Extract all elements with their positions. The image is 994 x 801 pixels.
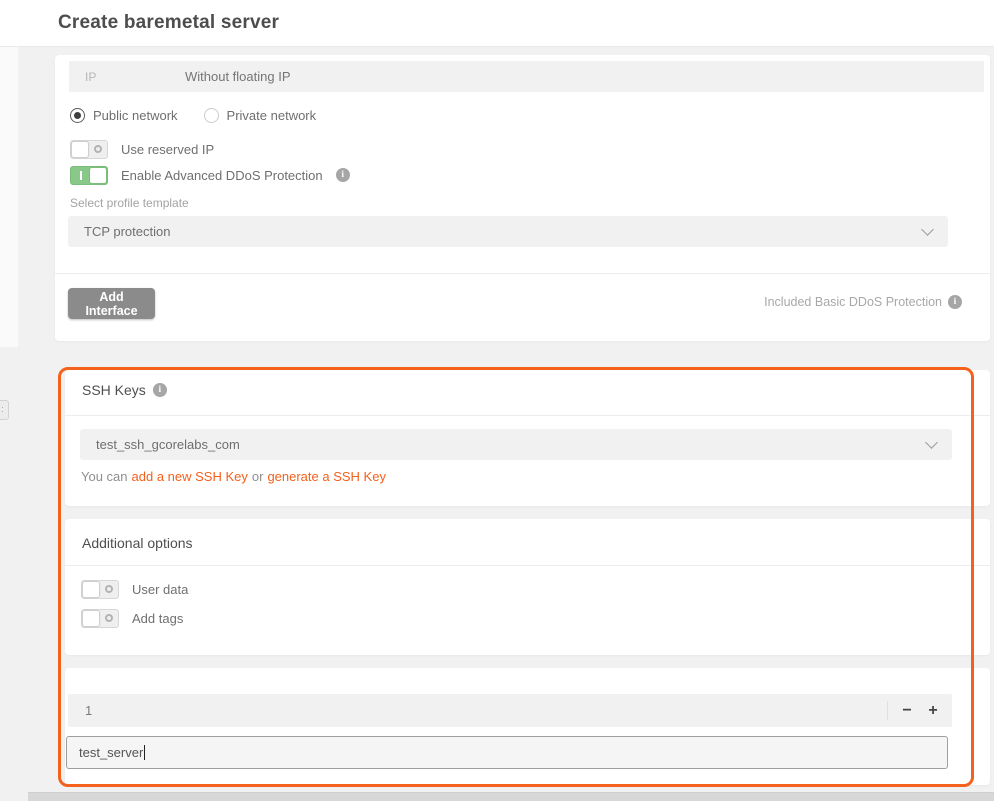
section-divider [55,273,990,274]
page-left-gutter [0,47,18,347]
section-divider [65,415,990,416]
ip-row-value: Without floating IP [185,69,291,84]
ddos-protection-toggle[interactable] [70,165,108,185]
ip-type-row[interactable]: IP Without floating IP [69,61,984,92]
ssh-key-select[interactable]: test_ssh_gcorelabs_com [80,429,952,460]
add-tags-row: Add tags [81,608,183,628]
user-data-row: User data [81,579,188,599]
add-interface-button[interactable]: Add Interface [68,288,155,319]
info-icon[interactable]: i [335,168,350,182]
ssh-keys-card: SSH Keys i test_ssh_gcorelabs_com You ca… [65,370,990,506]
chevron-down-icon [925,436,938,449]
create-baremetal-page: Create baremetal server IP Without float… [0,0,994,801]
toggle-knob [82,609,100,627]
ssh-hint-prefix: You can [81,469,128,484]
stepper-separator [887,701,888,720]
server-name-input[interactable]: test_server [66,736,948,769]
toggle-off-icon [105,584,113,593]
radio-private-network[interactable]: Private network [203,107,317,123]
server-count-value: 1 [85,703,93,718]
section-divider [65,565,990,566]
toggle-on-icon [80,170,82,180]
user-data-label: User data [132,581,189,597]
ddos-protection-row: Enable Advanced DDoS Protection i [70,165,350,185]
additional-options-title-row: Additional options [82,535,193,551]
add-tags-toggle[interactable] [81,608,119,628]
server-name-value: test_server [79,745,144,760]
radio-unselected-icon [203,107,219,123]
ssh-key-hint: You can add a new SSH Key or generate a … [81,469,386,484]
ssh-key-select-value: test_ssh_gcorelabs_com [96,437,240,452]
radio-selected-icon [70,107,85,123]
server-count-name-card: 1 − + test_server [65,668,990,785]
toggle-knob [89,166,107,184]
page-title: Create baremetal server [58,12,280,33]
profile-template-value: TCP protection [84,224,171,239]
use-reserved-ip-row: Use reserved IP [70,139,214,159]
radio-public-network-label: Public network [93,107,178,123]
chevron-down-icon [921,223,934,236]
text-cursor [144,745,146,760]
info-icon[interactable]: i [152,383,167,397]
profile-template-label: Select profile template [70,196,189,210]
add-tags-label: Add tags [132,610,184,626]
next-section-edge [28,792,994,801]
toggle-knob [82,580,100,598]
ddos-protection-label: Enable Advanced DDoS Protection [121,167,323,183]
use-reserved-ip-toggle[interactable] [70,139,108,159]
left-edge-fragment: : [0,400,9,420]
info-icon[interactable]: i [948,295,962,309]
server-count-stepper: 1 − + [68,694,952,727]
network-type-radio-group: Public network Private network [70,106,316,124]
included-ddos-text: Included Basic DDoS Protection [764,295,942,309]
page-header: Create baremetal server [0,0,994,47]
radio-public-network[interactable]: Public network [70,107,178,123]
ssh-hint-or: or [251,469,264,484]
decrement-button[interactable]: − [894,698,920,724]
included-ddos-note: Included Basic DDoS Protection i [764,295,962,309]
user-data-toggle[interactable] [81,579,119,599]
additional-options-card: Additional options User data Add tags [65,519,990,655]
use-reserved-ip-label: Use reserved IP [121,141,215,157]
interface-config-card: IP Without floating IP Public network Pr… [55,55,990,341]
increment-button[interactable]: + [920,698,946,724]
profile-template-select[interactable]: TCP protection [68,216,948,247]
toggle-off-icon [105,613,113,622]
ssh-keys-title-row: SSH Keys i [82,382,167,398]
generate-ssh-key-link[interactable]: generate a SSH Key [267,469,386,484]
ip-row-label: IP [85,69,97,84]
ssh-keys-title: SSH Keys [82,382,146,398]
radio-private-network-label: Private network [226,107,317,123]
toggle-knob [71,140,89,158]
toggle-off-icon [94,144,102,153]
additional-options-title: Additional options [82,535,193,551]
add-ssh-key-link[interactable]: add a new SSH Key [132,469,248,484]
